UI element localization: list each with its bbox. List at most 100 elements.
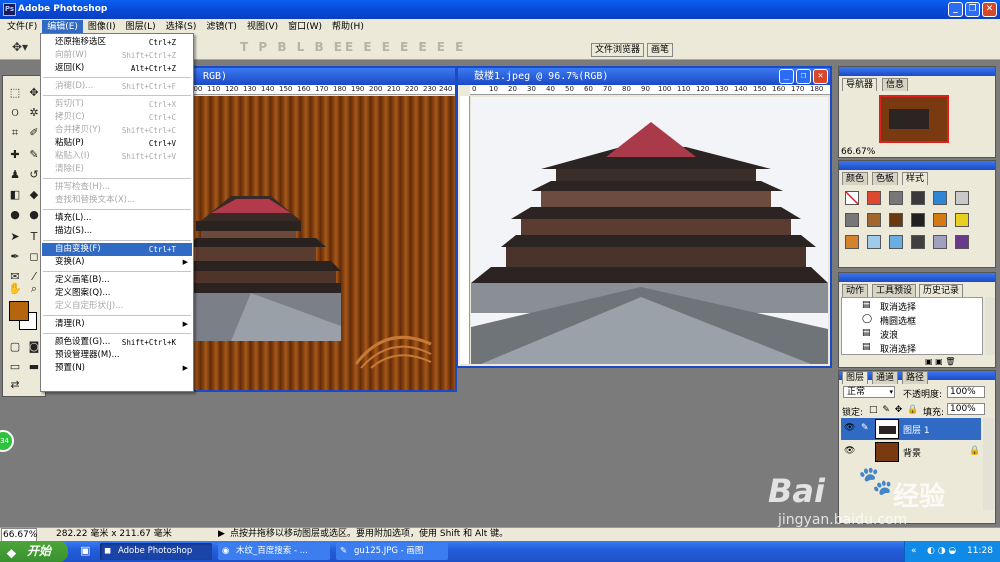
layer-row[interactable]: 👁 ✎ 图层 1: [841, 418, 981, 440]
edit-menu-item[interactable]: 定义自定形状(J)...: [42, 300, 192, 313]
standard-mode-icon[interactable]: ▢: [6, 338, 24, 356]
lasso-tool-icon[interactable]: ଠ: [6, 104, 24, 122]
tray-icons[interactable]: ◐ ◑ ◒: [927, 541, 956, 562]
restore-button[interactable]: ❐: [965, 2, 980, 17]
move-tool-icon[interactable]: ✥▾: [12, 40, 28, 54]
marquee-tool-icon[interactable]: ⬚: [6, 84, 24, 102]
navigator-thumbnail[interactable]: [879, 95, 949, 143]
tab-brushes[interactable]: 画笔: [647, 43, 674, 57]
style-swatch[interactable]: [911, 213, 925, 227]
doc-restore-button[interactable]: ❐: [796, 69, 811, 84]
menu-image[interactable]: 图像(I): [83, 20, 121, 34]
eye-icon[interactable]: 👁: [844, 446, 855, 456]
foreground-color-swatch[interactable]: [9, 301, 29, 321]
doc-close-button[interactable]: ✕: [813, 69, 828, 84]
show-desktop-icon[interactable]: ▣: [80, 544, 90, 557]
style-swatch[interactable]: [889, 191, 903, 205]
style-swatch[interactable]: [889, 213, 903, 227]
edit-menu-item[interactable]: 预置(N) ▶: [42, 362, 192, 375]
style-swatch[interactable]: [955, 213, 969, 227]
edit-menu-item[interactable]: 定义画笔(B)...: [42, 274, 192, 287]
history-footer-icons[interactable]: ▣ ▣ 🗑: [925, 357, 955, 366]
imageready-icon[interactable]: ⇄: [6, 376, 24, 394]
edit-menu-item[interactable]: 粘贴入(I) Shift+Ctrl+V: [42, 150, 192, 163]
history-scrollbar[interactable]: [985, 297, 995, 355]
healing-brush-icon[interactable]: ✚: [6, 146, 24, 164]
eye-icon[interactable]: 👁: [844, 423, 855, 433]
tab-actions[interactable]: 动作: [842, 284, 869, 297]
play-arrow-icon[interactable]: ▶: [218, 528, 225, 541]
menu-help[interactable]: 帮助(H): [327, 20, 369, 34]
menu-select[interactable]: 选择(S): [161, 20, 202, 34]
style-swatch[interactable]: [889, 235, 903, 249]
style-swatch[interactable]: [955, 235, 969, 249]
layers-scrollbar[interactable]: [983, 418, 994, 510]
history-item[interactable]: ▤ 波浪: [842, 327, 982, 341]
tab-swatches[interactable]: 色板: [872, 172, 899, 185]
start-button[interactable]: ❖ 开始: [0, 541, 68, 562]
lock-icons[interactable]: □ ✎ ✥ 🔒: [869, 405, 919, 415]
screen-mode-icon[interactable]: ▭: [6, 358, 24, 376]
style-swatch[interactable]: [933, 213, 947, 227]
style-swatch[interactable]: [845, 191, 859, 205]
history-item[interactable]: ▤ 取消选择: [842, 341, 982, 355]
menu-filter[interactable]: 滤镜(T): [201, 20, 242, 34]
edit-menu-item[interactable]: 查找和替换文本(X)...: [42, 194, 192, 207]
edit-menu-item[interactable]: 剪切(T) Ctrl+X: [42, 98, 192, 111]
tab-tool-presets[interactable]: 工具预设: [872, 284, 917, 297]
distribute-buttons-2[interactable]: E E E E: [400, 40, 466, 54]
close-button[interactable]: ✕: [982, 2, 997, 17]
edit-menu-item[interactable]: 拼写检查(H)...: [42, 181, 192, 194]
edit-menu-item[interactable]: 还原拖移选区 Ctrl+Z: [42, 36, 192, 49]
style-swatch[interactable]: [867, 191, 881, 205]
blend-mode-select[interactable]: 正常 ▾: [843, 386, 895, 398]
doc-minimize-button[interactable]: _: [779, 69, 794, 84]
menu-layer[interactable]: 图层(L): [121, 20, 161, 34]
edit-menu-item[interactable]: 清除(E): [42, 163, 192, 176]
history-item[interactable]: ▤ 取消选择: [842, 299, 982, 313]
style-swatch[interactable]: [955, 191, 969, 205]
tab-color[interactable]: 颜色: [842, 172, 869, 185]
edit-menu-item[interactable]: 拷贝(C) Ctrl+C: [42, 111, 192, 124]
edit-menu-item[interactable]: 返回(K) Alt+Ctrl+Z: [42, 62, 192, 75]
opacity-field[interactable]: 100%: [947, 386, 985, 398]
style-swatch[interactable]: [933, 235, 947, 249]
style-swatch[interactable]: [867, 235, 881, 249]
style-swatch[interactable]: [845, 235, 859, 249]
edit-menu-item[interactable]: 粘贴(P) Ctrl+V: [42, 137, 192, 150]
menu-view[interactable]: 视图(V): [242, 20, 283, 34]
style-swatch[interactable]: [845, 213, 859, 227]
tab-layers[interactable]: 图层: [842, 371, 869, 384]
taskbar-item-browser[interactable]: ◉ 木纹_百度搜索 - ...: [218, 543, 330, 560]
tab-history[interactable]: 历史记录: [919, 284, 964, 297]
style-swatch[interactable]: [911, 191, 925, 205]
navigator-zoom[interactable]: 66.67%: [841, 147, 875, 157]
blur-tool-icon[interactable]: ●: [6, 206, 24, 224]
tab-channels[interactable]: 通道: [872, 371, 899, 384]
tab-navigator[interactable]: 导航器: [842, 78, 878, 91]
edit-menu-item[interactable]: 消褪(D)... Shift+Ctrl+F: [42, 80, 192, 93]
edit-menu-item[interactable]: 清理(R) ▶: [42, 318, 192, 331]
history-item[interactable]: ◯ 椭圆选框: [842, 313, 982, 327]
eraser-tool-icon[interactable]: ◧: [6, 186, 24, 204]
taskbar-item-photoshop[interactable]: ◼ Adobe Photoshop: [100, 543, 212, 560]
pen-tool-icon[interactable]: ✒: [6, 248, 24, 266]
tray-expand-icon[interactable]: «: [911, 541, 917, 562]
fill-field[interactable]: 100%: [947, 403, 985, 415]
hand-tool-icon[interactable]: ✋: [6, 280, 24, 298]
menu-edit[interactable]: 编辑(E): [42, 19, 83, 34]
wood-canvas[interactable]: [191, 96, 455, 390]
tab-info[interactable]: 信息: [882, 78, 909, 91]
edit-menu-item[interactable]: 合并拷贝(Y) Shift+Ctrl+C: [42, 124, 192, 137]
taskbar-item-paint[interactable]: ✎ gu125.JPG - 画图: [336, 543, 448, 560]
align-buttons[interactable]: T P B L B E: [240, 40, 345, 54]
style-swatch[interactable]: [911, 235, 925, 249]
stamp-tool-icon[interactable]: ♟: [6, 166, 24, 184]
menu-window[interactable]: 窗口(W): [283, 20, 327, 34]
edit-menu-item[interactable]: 预设管理器(M)...: [42, 349, 192, 362]
edit-menu-item[interactable]: 自由变换(F) Ctrl+T: [42, 243, 192, 256]
tab-paths[interactable]: 路径: [902, 371, 929, 384]
path-select-icon[interactable]: ➤: [6, 228, 24, 246]
edit-menu-item[interactable]: 定义图案(Q)...: [42, 287, 192, 300]
minimize-button[interactable]: _: [948, 2, 963, 17]
